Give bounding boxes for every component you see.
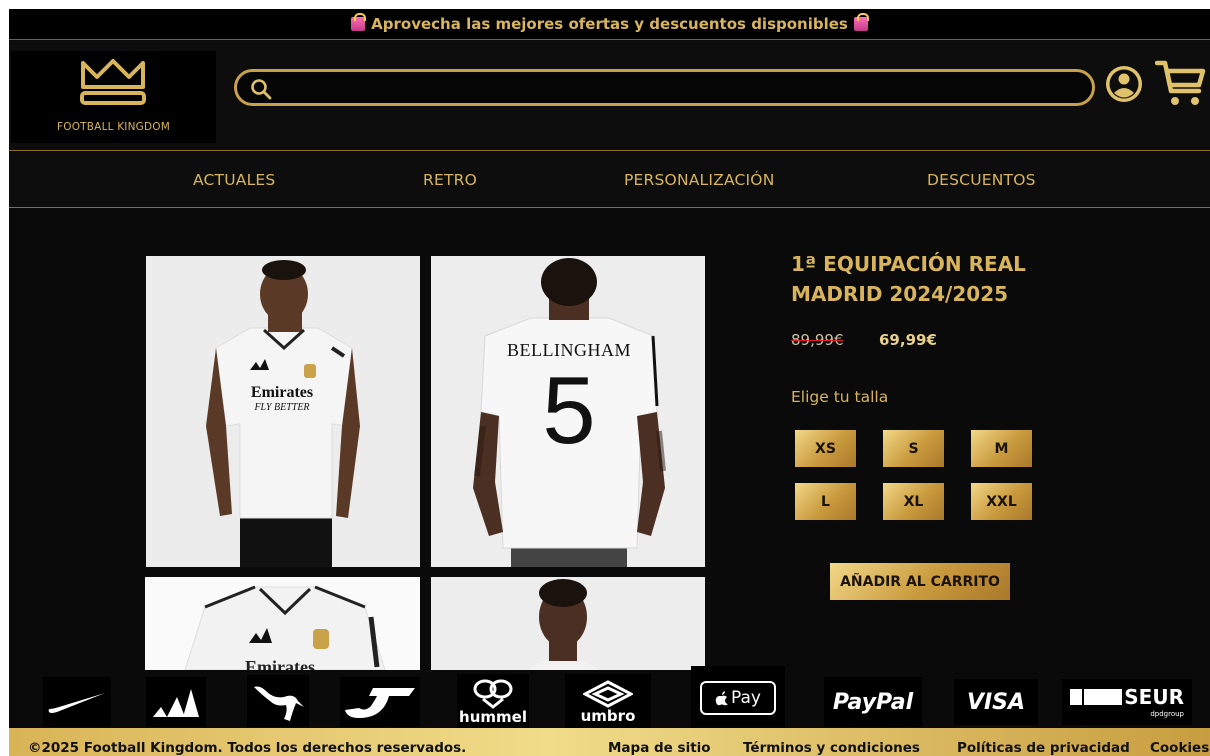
seur-wordmark: SEUR <box>1070 687 1184 707</box>
seur-text: SEUR <box>1124 684 1184 709</box>
apple-icon <box>715 691 729 706</box>
search-icon[interactable] <box>250 78 272 100</box>
main-nav: ACTUALES RETRO PERSONALIZACIÓN DESCUENTO… <box>9 152 1210 208</box>
umbro-diamond-icon <box>583 680 633 708</box>
umbro-logo[interactable]: umbro <box>565 674 651 730</box>
footer-link-terms[interactable]: Términos y condiciones <box>743 740 920 756</box>
search-bar[interactable] <box>234 69 1095 106</box>
page: Aprovecha las mejores ofertas y descuent… <box>9 9 1210 756</box>
add-to-cart-button[interactable]: AÑADIR AL CARRITO <box>830 563 1010 600</box>
nike-logo[interactable] <box>43 677 111 727</box>
logo-text: FOOTBALL KINGDOM <box>57 121 170 133</box>
user-account-icon[interactable] <box>1103 63 1145 105</box>
puma-logo[interactable] <box>247 675 309 727</box>
jersey-sponsor-sub: FLY BETTER <box>254 402 310 413</box>
logo[interactable]: FOOTBALL KINGDOM <box>11 51 216 143</box>
current-price: 69,99€ <box>879 331 937 349</box>
hummel-logo[interactable]: hummel <box>457 674 529 730</box>
apple-pay-logo[interactable]: Pay <box>691 666 785 730</box>
umbro-text: umbro <box>580 707 636 725</box>
shopping-bag-icon <box>853 13 869 31</box>
adidas-stripes-icon <box>153 689 199 717</box>
product-title: 1ª EQUIPACIÓN REAL MADRID 2024/2025 <box>791 249 1051 309</box>
announcement-text: Aprovecha las mejores ofertas y descuent… <box>371 15 848 33</box>
seur-bar-icon <box>1070 688 1083 705</box>
old-price: 89,99€ <box>791 331 844 349</box>
size-button-xl[interactable]: XL <box>883 483 944 520</box>
joma-j-icon <box>345 688 415 718</box>
size-button-m[interactable]: M <box>971 430 1032 467</box>
brand-strip: hummel umbro Pay PayPal VISA SEUR dpdgro… <box>9 666 1210 730</box>
product-image-detail[interactable]: Emirates <box>145 577 420 670</box>
search-input[interactable] <box>282 76 1072 100</box>
size-button-s[interactable]: S <box>883 430 944 467</box>
footer-link-privacy[interactable]: Políticas de privacidad <box>957 740 1130 756</box>
joma-logo[interactable] <box>340 677 420 727</box>
hummel-text: hummel <box>459 708 527 726</box>
apple-pay-text: Pay <box>731 688 761 708</box>
size-button-l[interactable]: L <box>795 483 856 520</box>
footer-copyright: ©2025 Football Kingdom. Todos los derech… <box>28 740 467 756</box>
announcement-bar: Aprovecha las mejores ofertas y descuent… <box>9 9 1210 40</box>
footer-link-sitemap[interactable]: Mapa de sitio <box>608 740 711 756</box>
footer-link-cookies[interactable]: Cookies <box>1150 740 1209 756</box>
nav-item-actuales[interactable]: ACTUALES <box>193 171 275 189</box>
nike-swoosh-icon <box>48 693 105 713</box>
product-title-line2: MADRID 2024/2025 <box>791 282 1009 306</box>
jersey-number: 5 <box>542 357 596 464</box>
adidas-logo[interactable] <box>146 677 206 727</box>
size-label: Elige tu talla <box>791 388 889 406</box>
size-button-xxl[interactable]: XXL <box>971 483 1032 520</box>
seur-subtext: dpdgroup <box>1150 709 1184 718</box>
shopping-bag-icon <box>351 13 367 31</box>
product-image-model[interactable] <box>431 577 705 670</box>
hummel-bee-icon <box>473 679 513 709</box>
nav-item-personalizacion[interactable]: PERSONALIZACIÓN <box>624 171 775 189</box>
product-image-back[interactable]: BELLINGHAM 5 <box>431 256 705 567</box>
product-title-line1: 1ª EQUIPACIÓN REAL <box>791 252 1026 276</box>
nav-item-retro[interactable]: RETRO <box>423 171 477 189</box>
puma-cat-icon <box>254 686 304 721</box>
header: FOOTBALL KINGDOM <box>9 41 1210 151</box>
product-image-front[interactable]: Emirates FLY BETTER <box>146 256 420 567</box>
jersey-sponsor: Emirates <box>245 657 315 670</box>
footer: ©2025 Football Kingdom. Todos los derech… <box>9 728 1210 756</box>
seur-bar-icon <box>1084 688 1123 705</box>
seur-logo[interactable]: SEUR dpdgroup <box>1062 679 1192 725</box>
jersey-sponsor: Emirates <box>250 384 314 401</box>
shopping-cart-icon[interactable] <box>1155 57 1207 109</box>
size-button-xs[interactable]: XS <box>795 430 856 467</box>
model-portrait-illustration <box>431 577 705 670</box>
visa-logo[interactable]: VISA <box>954 679 1038 725</box>
crown-icon <box>80 59 146 105</box>
paypal-logo[interactable]: PayPal <box>824 677 922 727</box>
nav-item-descuentos[interactable]: DESCUENTOS <box>927 171 1036 189</box>
apple-pay-badge: Pay <box>700 681 776 715</box>
